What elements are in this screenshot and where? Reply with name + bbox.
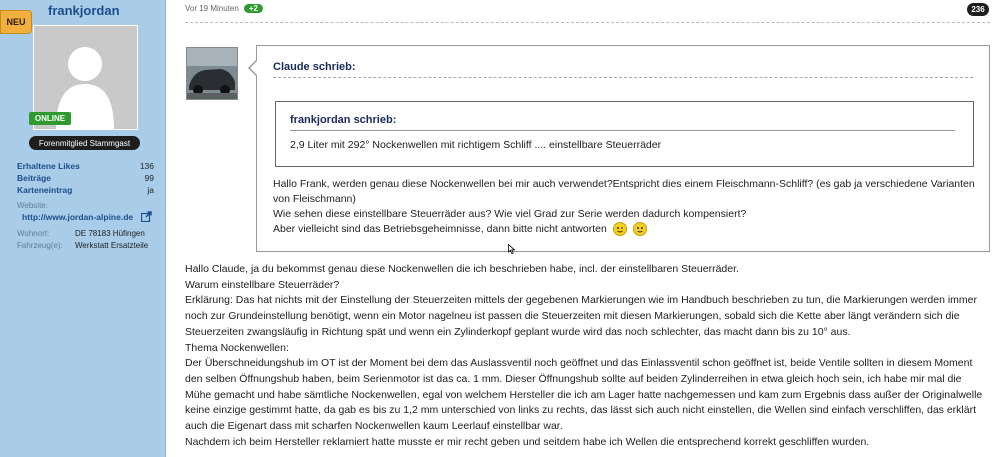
- website-label: Website:: [17, 201, 48, 210]
- info-fahrzeug: Fahrzeug(e): Werkstatt Ersatzteile: [17, 241, 157, 250]
- stat-value: ja: [147, 185, 154, 195]
- post-paragraph: Warum einstellbare Steuerräder?: [185, 278, 340, 291]
- quote-line: Aber vielleicht sind das Betriebsgeheimn…: [273, 223, 607, 235]
- wink-smiley-icon: [612, 222, 627, 237]
- nested-quote-box: [275, 101, 974, 167]
- stat-label[interactable]: Beiträge: [17, 172, 51, 184]
- nested-quote-author[interactable]: frankjordan schrieb:: [290, 114, 396, 126]
- post-paragraph: Hallo Claude, ja du bekommst genau diese…: [185, 263, 739, 275]
- post-paragraph: Nachdem ich beim Hersteller reklamiert h…: [185, 435, 870, 448]
- quote-text: Hallo Frank, werden genau diese Nockenwe…: [273, 177, 978, 237]
- nested-quote-text: 2,9 Liter mit 292° Nockenwellen mit rich…: [290, 139, 662, 151]
- post-time[interactable]: Vor 19 Minuten: [185, 4, 239, 13]
- divider: [185, 22, 990, 23]
- post-paragraph: Erklärung: Das hat nichts mit der Einste…: [185, 294, 977, 338]
- stat-row-posts: Beiträge 99: [17, 172, 154, 184]
- website-link[interactable]: http://www.jordan-alpine.de: [22, 212, 133, 222]
- divider: [273, 77, 973, 78]
- post-meta: Vor 19 Minuten +2: [185, 4, 263, 13]
- stat-row-likes: Erhaltene Likes 136: [17, 160, 154, 172]
- rank-badge: Forenmitglied Stammgast: [29, 136, 140, 150]
- stat-label[interactable]: Karteneintrag: [17, 184, 72, 196]
- stat-value: 99: [144, 173, 154, 183]
- quote-pointer-inner: [250, 61, 257, 75]
- divider: [290, 130, 955, 131]
- quote-line: Wie sehen diese einstellbare Steuerräder…: [273, 208, 747, 220]
- stat-label[interactable]: Erhaltene Likes: [17, 160, 80, 172]
- info-wohnort: Wohnort: DE 78183 Hüfingen: [17, 229, 157, 238]
- external-link-icon[interactable]: [141, 211, 152, 222]
- mouse-cursor-icon: [508, 244, 516, 254]
- quote-author[interactable]: Claude schrieb:: [273, 61, 356, 73]
- info-label: Fahrzeug(e):: [17, 241, 63, 250]
- info-label: Wohnort:: [17, 229, 50, 238]
- new-badge: NEU: [0, 10, 32, 34]
- quote-line: Hallo Frank, werden genau diese Nockenwe…: [273, 178, 975, 205]
- username-link[interactable]: frankjordan: [48, 3, 120, 18]
- post-paragraph: Thema Nockenwellen:: [185, 341, 289, 354]
- quoted-user-avatar[interactable]: [186, 47, 238, 100]
- stat-row-map: Karteneintrag ja: [17, 184, 154, 196]
- online-badge: ONLINE: [29, 112, 71, 125]
- post-paragraph: Der Überschneidungshub im OT ist der Mom…: [185, 357, 983, 433]
- info-value: DE 78183 Hüfingen: [75, 229, 145, 238]
- user-sidebar: NEU frankjordan ONLINE Forenmitglied Sta…: [0, 0, 166, 457]
- post-number-badge[interactable]: 236: [967, 3, 989, 16]
- stat-value: 136: [139, 161, 154, 171]
- smile-smiley-icon: [632, 222, 647, 237]
- likes-badge[interactable]: +2: [243, 4, 263, 13]
- user-stats: Erhaltene Likes 136 Beiträge 99 Kartenei…: [17, 160, 154, 196]
- quote-line-last: Aber vielleicht sind das Betriebsgeheimn…: [273, 222, 978, 237]
- info-value: Werkstatt Ersatzteile: [75, 241, 149, 250]
- post-body: Hallo Claude, ja du bekommst genau diese…: [185, 262, 990, 450]
